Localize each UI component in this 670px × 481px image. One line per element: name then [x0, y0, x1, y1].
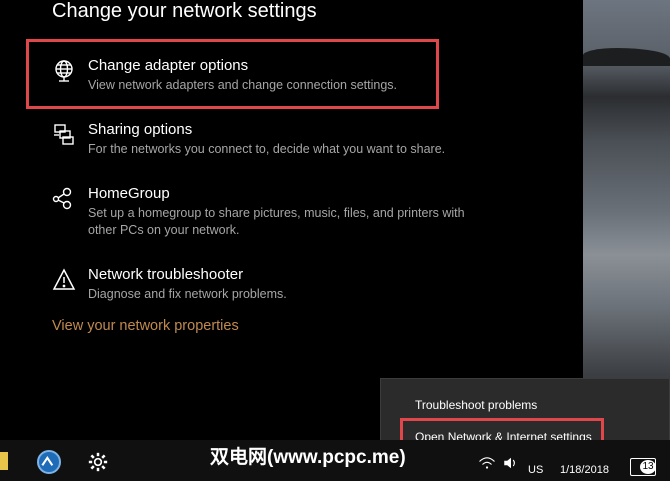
- sharing-icon: [54, 124, 74, 145]
- notification-count: 13: [640, 460, 656, 474]
- clock-date[interactable]: 1/18/2018: [560, 464, 609, 476]
- settings-gear-icon[interactable]: [88, 452, 108, 472]
- network-troubleshooter[interactable]: Network troubleshooter Diagnose and fix …: [52, 266, 492, 308]
- mountain-icon: [41, 455, 54, 466]
- highlight-box-adapter: [26, 39, 439, 109]
- network-troubleshooter-title: Network troubleshooter: [88, 266, 244, 283]
- homegroup[interactable]: HomeGroup Set up a homegroup to share pi…: [52, 185, 492, 243]
- warning-icon: [52, 268, 76, 290]
- sharing-options-title: Sharing options: [88, 121, 193, 138]
- file-explorer-icon[interactable]: [0, 452, 8, 470]
- watermark-text: 双电网(www.pcpc.me): [210, 447, 406, 468]
- sharing-options[interactable]: Sharing options For the networks you con…: [52, 121, 492, 163]
- homegroup-icon: [52, 187, 72, 210]
- homegroup-title: HomeGroup: [88, 185, 170, 202]
- troubleshoot-problems-item[interactable]: Troubleshoot problems: [415, 398, 537, 412]
- wallpaper-hill: [583, 48, 670, 66]
- network-troubleshooter-desc: Diagnose and fix network problems.: [88, 287, 287, 301]
- app-icon[interactable]: [37, 450, 61, 474]
- desktop-wallpaper: [583, 0, 670, 440]
- sharing-options-desc: For the networks you connect to, decide …: [88, 142, 446, 156]
- section-title: Change your network settings: [52, 0, 317, 22]
- homegroup-desc: Set up a homegroup to share pictures, mu…: [88, 206, 465, 237]
- view-network-properties-link[interactable]: View your network properties: [52, 318, 239, 334]
- network-settings-panel: Change your network settings Change adap…: [0, 0, 583, 440]
- volume-icon[interactable]: [502, 454, 520, 472]
- network-wifi-icon[interactable]: [478, 454, 496, 472]
- language-indicator[interactable]: US: [528, 464, 543, 476]
